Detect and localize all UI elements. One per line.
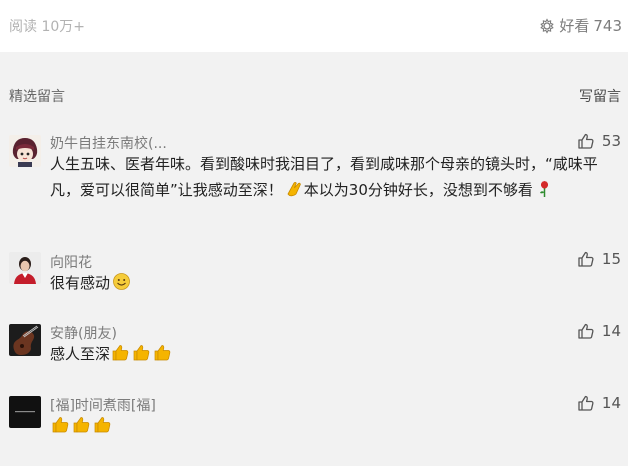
comment-nickname[interactable]: 向阳花 [50,252,92,272]
comment-text: 感人至深 [50,341,610,367]
comment-text [50,413,610,439]
like-count: 14 [601,322,621,340]
thumbs-up-icon [578,251,594,267]
thumbs-up-icon [578,133,594,149]
comment-nickname[interactable]: [福]时间煮雨[福] [50,395,156,415]
comment-text: 很有感动 [50,270,610,296]
thumbs-up-icon [578,323,594,339]
like-button[interactable]: 14 [577,322,621,340]
avatar[interactable] [9,252,41,284]
comment-text-part1: 很有感动 [50,274,111,292]
good-count: 743 [593,16,622,35]
thumbs-up-emoji [132,343,151,362]
avatar[interactable] [9,324,41,356]
read-count: 阅读 10万+ [9,19,85,35]
write-comment-link[interactable]: 写留言 [579,86,621,106]
comment-text-part2: 本以为30分钟好长，没想到不够看 [303,181,533,199]
avatar[interactable] [9,396,41,428]
gear-flower-icon [540,17,555,34]
thumbs-up-emoji [153,343,172,362]
thumbs-up-icon [578,395,594,411]
clapping-hands-emoji [285,179,304,198]
like-button[interactable]: 53 [577,132,621,150]
rose-emoji [535,179,554,198]
thumbs-up-emoji [111,343,130,362]
like-count: 14 [601,394,621,412]
like-count: 15 [601,250,621,268]
comment-nickname[interactable]: 奶牛自挂东南校(... [50,133,167,153]
comment-nickname[interactable]: 安静(朋友) [50,323,117,343]
good-label: 好看 [559,17,590,35]
thumbs-up-emoji [93,415,112,434]
thumbs-up-emoji [51,415,70,434]
like-button[interactable]: 14 [577,394,621,412]
comment-text: 人生五味、医者年味。看到酸味时我泪目了，看到咸味那个母亲的镜头时，“咸味平凡，爱… [50,151,610,203]
section-title: 精选留言 [9,89,65,105]
like-count: 53 [601,132,621,150]
smile-emoji [112,272,131,291]
comment-text-part1: 感人至深 [50,345,111,363]
article-stats-bar: 阅读 10万+ 好看 743 [0,0,628,52]
good-button[interactable]: 好看 743 [539,15,622,36]
avatar[interactable] [9,135,41,167]
like-button[interactable]: 15 [577,250,621,268]
thumbs-up-emoji [72,415,91,434]
